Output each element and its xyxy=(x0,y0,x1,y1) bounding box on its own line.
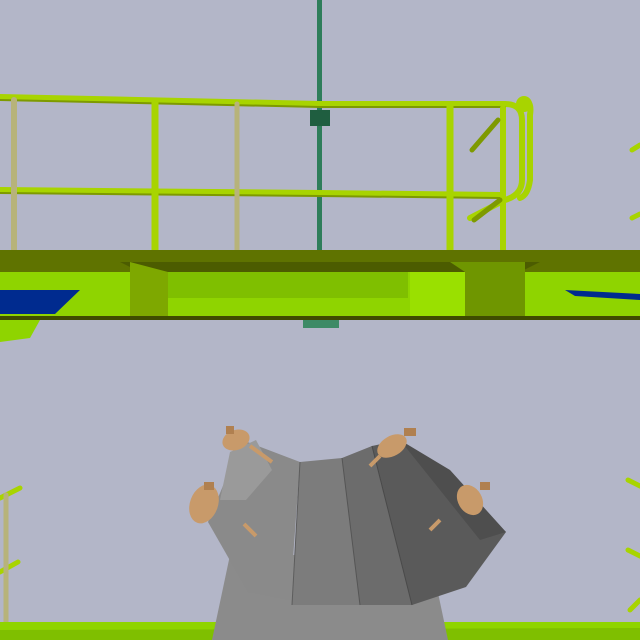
scene-canvas xyxy=(0,0,640,640)
3d-viewport[interactable] xyxy=(0,0,640,640)
